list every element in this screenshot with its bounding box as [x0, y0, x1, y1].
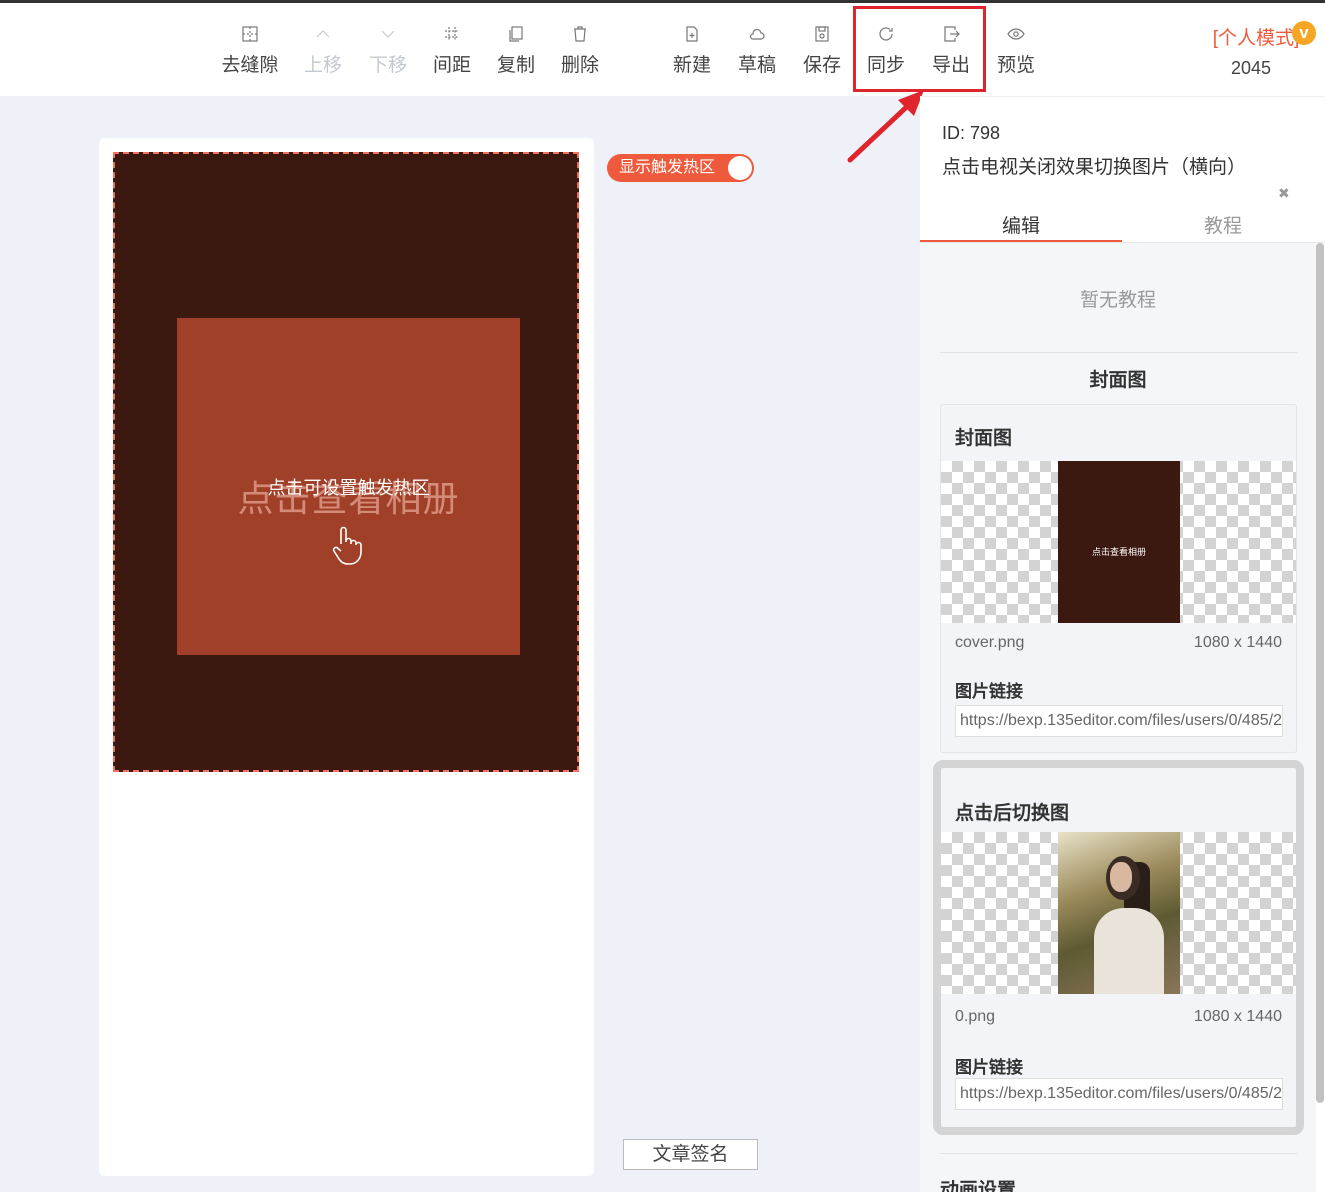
toggle-label: 显示触发热区 — [619, 159, 716, 176]
save-icon — [790, 21, 854, 47]
cover-link-input[interactable]: https://bexp.135editor.com/files/users/0… — [955, 705, 1283, 737]
trash-icon — [548, 21, 612, 47]
switch-thumbnail-area[interactable] — [941, 832, 1296, 994]
switch-link-label: 图片链接 — [955, 1058, 1023, 1077]
section-title: 封面图 — [1089, 370, 1147, 391]
template-id: ID: 798 — [942, 123, 1001, 143]
switch-card-title: 点击后切换图 — [955, 803, 1070, 824]
spacing-icon — [420, 21, 484, 47]
draft-button[interactable]: 草稿 — [725, 21, 789, 77]
panel-tabs: 编辑 教程 — [920, 201, 1325, 243]
active-tab-indicator — [920, 240, 1122, 242]
vip-badge-icon: v — [1292, 21, 1316, 45]
cover-image-card: 封面图 点击查看相册 cover.png 1080 x 1440 图片链接 ht… — [940, 404, 1297, 753]
tab-tutorial[interactable]: 教程 — [1122, 211, 1324, 238]
hand-pointer-icon — [332, 526, 362, 565]
spacing-button[interactable]: 间距 — [420, 21, 484, 77]
chevron-up-icon — [291, 21, 355, 47]
article-signature-button[interactable]: 文章签名 — [623, 1139, 758, 1170]
copy-icon — [484, 21, 548, 47]
delete-button[interactable]: 删除 — [548, 21, 612, 77]
preview-button[interactable]: 预览 — [984, 21, 1048, 77]
new-button[interactable]: 新建 — [660, 21, 724, 77]
toggle-knob — [728, 156, 752, 180]
new-file-icon — [660, 21, 724, 47]
grid-icon — [218, 21, 282, 47]
move-down-button[interactable]: 下移 — [356, 21, 420, 77]
cover-filename: cover.png — [955, 634, 1025, 651]
annotation-arrow-icon — [847, 90, 924, 163]
properties-panel: ID: 798 点击电视关闭效果切换图片（横向） ✖ 编辑 教程 暂无教程 封面… — [920, 96, 1325, 1192]
divider — [940, 1153, 1297, 1154]
switch-image-card: 点击后切换图 0.png 1080 x 1440 图片链接 https://be… — [933, 760, 1304, 1135]
mode-count: 2045 — [1230, 58, 1272, 78]
switch-photo-thumbnail — [1058, 832, 1180, 994]
cover-card-title: 封面图 — [955, 428, 1013, 449]
panel-header: ID: 798 点击电视关闭效果切换图片（横向） ✖ — [920, 96, 1325, 201]
copy-button[interactable]: 复制 — [484, 21, 548, 77]
remove-gap-button[interactable]: 去缝隙 — [218, 21, 282, 77]
cover-dimensions: 1080 x 1440 — [1193, 634, 1282, 651]
move-up-button[interactable]: 上移 — [291, 21, 355, 77]
tab-edit[interactable]: 编辑 — [920, 211, 1122, 238]
cover-link-label: 图片链接 — [955, 682, 1023, 701]
chevron-down-icon — [356, 21, 420, 47]
photo-face — [1110, 862, 1132, 892]
tools-icon[interactable]: ✖ — [1278, 185, 1290, 202]
no-tutorial-text: 暂无教程 — [1079, 290, 1156, 311]
animation-settings-title: 动画设置 — [940, 1180, 1017, 1192]
switch-dimensions: 1080 x 1440 — [1193, 1008, 1282, 1025]
photo-body — [1094, 908, 1164, 994]
cover-thumbnail-text: 点击查看相册 — [1091, 547, 1146, 557]
switch-link-input[interactable]: https://bexp.135editor.com/files/users/0… — [955, 1078, 1283, 1110]
top-toolbar: 去缝隙 上移 下移 间距 复制 删除 新建 草稿 保存 同步 导出 预览 [个人… — [0, 0, 1325, 96]
cover-thumbnail-area[interactable]: 点击查看相册 — [941, 461, 1296, 623]
panel-body: 暂无教程 封面图 封面图 点击查看相册 cover.png 1080 x 144… — [920, 243, 1316, 1192]
save-button[interactable]: 保存 — [790, 21, 854, 77]
annotation-highlight-box — [853, 6, 986, 92]
show-hotspot-toggle[interactable]: 显示触发热区 — [607, 154, 754, 182]
divider — [940, 352, 1297, 353]
hotspot-hint: 点击可设置触发热区 — [267, 478, 430, 498]
switch-filename: 0.png — [955, 1008, 996, 1025]
cover-thumbnail: 点击查看相册 — [1058, 461, 1180, 623]
eye-icon — [984, 21, 1048, 47]
template-title: 点击电视关闭效果切换图片（横向） — [942, 157, 1247, 178]
cloud-icon — [725, 21, 789, 47]
panel-scrollbar[interactable] — [1316, 243, 1324, 1103]
